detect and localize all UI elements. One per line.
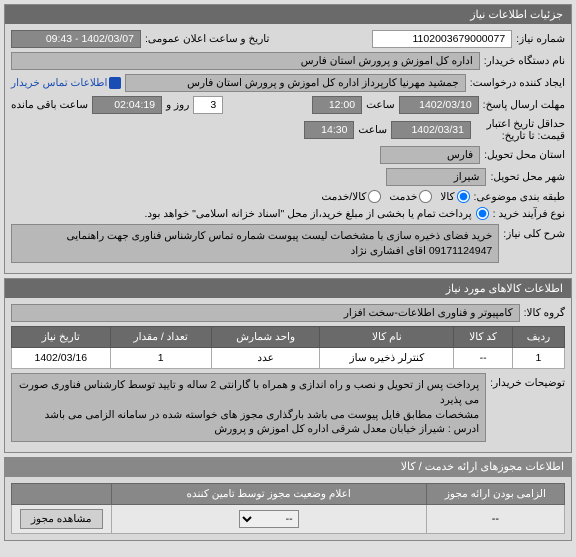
- th-row: ردیف: [512, 327, 564, 348]
- status-select[interactable]: --: [239, 510, 299, 528]
- province-label: استان محل تحویل:: [484, 149, 565, 161]
- credit-to-label: حداقل تاریخ اعتبار قیمت: تا تاریخ:: [475, 118, 565, 142]
- contact-icon: [109, 77, 121, 89]
- buyer-org-value: اداره کل اموزش و پرورش استان فارس: [11, 52, 480, 70]
- buyer-org-label: نام دستگاه خریدار:: [484, 55, 565, 67]
- td-name: کنترلر ذخیره ساز: [320, 348, 454, 369]
- td-unit: عدد: [211, 348, 320, 369]
- need-details-header: جزئیات اطلاعات نیاز: [5, 5, 571, 24]
- td-row: 1: [512, 348, 564, 369]
- overview-text: خرید فضای ذخیره سازی با مشخصات لیست پیوس…: [11, 224, 499, 263]
- group-value: کامپیوتر و فناوری اطلاعات-سخت افزار: [11, 304, 520, 322]
- td-code: --: [454, 348, 513, 369]
- city-label: شهر محل تحویل:: [490, 171, 565, 183]
- deadline-date: 1402/03/10: [399, 96, 479, 114]
- group-label: گروه کالا:: [524, 307, 565, 319]
- announce-label: تاریخ و ساعت اعلان عمومی:: [145, 33, 269, 45]
- category-radio-group: کالا خدمت کالا/خدمت: [321, 190, 469, 203]
- view-license-button[interactable]: مشاهده مجوز: [20, 509, 103, 529]
- credit-time: 14:30: [304, 121, 354, 139]
- need-details-body: شماره نیاز: 1102003679000077 تاریخ و ساع…: [5, 24, 571, 273]
- deadline-label: مهلت ارسال پاسخ:: [483, 99, 565, 111]
- radio-goods-label: کالا: [440, 191, 454, 203]
- td-qty: 1: [110, 348, 211, 369]
- radio-both-label: کالا/خدمت: [321, 191, 366, 203]
- th-qty: تعداد / مقدار: [110, 327, 211, 348]
- license-info-header: اطلاعات مجوزهای ارائه خدمت / کالا: [4, 457, 572, 476]
- th-required: الزامی بودن ارائه مجوز: [426, 484, 564, 505]
- category-label: طبقه بندی موضوعی:: [474, 191, 565, 203]
- radio-both-input[interactable]: [368, 190, 381, 203]
- buyer-contact-link[interactable]: اطلاعات تماس خریدار: [11, 77, 121, 89]
- goods-info-header: اطلاعات کالاهای مورد نیاز: [5, 279, 571, 298]
- radio-purchase-type-input[interactable]: [476, 207, 489, 220]
- th-code: کد کالا: [454, 327, 513, 348]
- day-and-label: روز و: [166, 99, 189, 111]
- overview-label: شرح کلی نیاز:: [503, 224, 565, 240]
- th-status: اعلام وضعیت مجوز توسط تامین کننده: [111, 484, 426, 505]
- creator-label: ایجاد کننده درخواست:: [470, 77, 565, 89]
- time-label-1: ساعت: [366, 99, 395, 111]
- radio-service-input[interactable]: [419, 190, 432, 203]
- license-info-body: الزامی بودن ارائه مجوز اعلام وضعیت مجوز …: [4, 476, 572, 541]
- table-row: 1 -- کنترلر ذخیره ساز عدد 1 1402/03/16: [12, 348, 565, 369]
- days-count: 3: [193, 96, 223, 114]
- deadline-time: 12:00: [312, 96, 362, 114]
- need-number-value: 1102003679000077: [372, 30, 512, 48]
- th-name: نام کالا: [320, 327, 454, 348]
- radio-service-label: خدمت: [389, 191, 417, 203]
- required-value: --: [426, 505, 564, 534]
- remaining-label: ساعت باقی مانده: [11, 99, 88, 111]
- radio-service[interactable]: خدمت: [389, 190, 432, 203]
- credit-date: 1402/03/31: [391, 121, 471, 139]
- purchase-type-note: پرداخت تمام یا بخشی از مبلغ خرید،از محل …: [144, 208, 471, 220]
- buyer-notes-text: پرداخت پس از تحویل و نصب و راه اندازی و …: [11, 373, 486, 442]
- license-table: الزامی بودن ارائه مجوز اعلام وضعیت مجوز …: [11, 483, 565, 534]
- purchase-type-label: نوع فرآیند خرید :: [493, 208, 565, 220]
- need-number-label: شماره نیاز:: [516, 33, 565, 45]
- td-date: 1402/03/16: [12, 348, 111, 369]
- license-row: -- -- مشاهده مجوز: [12, 505, 565, 534]
- radio-purchase-type[interactable]: [476, 207, 489, 220]
- announce-value: 1402/03/07 - 09:43: [11, 30, 141, 48]
- status-cell: --: [111, 505, 426, 534]
- goods-table-header-row: ردیف کد کالا نام کالا واحد شمارش تعداد /…: [12, 327, 565, 348]
- city-value: شیراز: [386, 168, 486, 186]
- remaining-time: 02:04:19: [92, 96, 162, 114]
- province-value: فارس: [380, 146, 480, 164]
- creator-value: جمشید مهرنیا کارپرداز اداره کل اموزش و پ…: [125, 74, 465, 92]
- radio-both[interactable]: کالا/خدمت: [321, 190, 381, 203]
- goods-table: ردیف کد کالا نام کالا واحد شمارش تعداد /…: [11, 326, 565, 369]
- radio-goods-input[interactable]: [457, 190, 470, 203]
- th-date: تاریخ نیاز: [12, 327, 111, 348]
- need-details-panel: جزئیات اطلاعات نیاز شماره نیاز: 11020036…: [4, 4, 572, 274]
- goods-info-body: گروه کالا: کامپیوتر و فناوری اطلاعات-سخت…: [5, 298, 571, 452]
- buyer-notes-label: توضیحات خریدار:: [490, 373, 565, 389]
- time-label-2: ساعت: [358, 124, 387, 136]
- radio-goods[interactable]: کالا: [440, 190, 469, 203]
- goods-info-panel: اطلاعات کالاهای مورد نیاز گروه کالا: کام…: [4, 278, 572, 453]
- th-unit: واحد شمارش: [211, 327, 320, 348]
- buyer-contact-text: اطلاعات تماس خریدار: [11, 77, 107, 89]
